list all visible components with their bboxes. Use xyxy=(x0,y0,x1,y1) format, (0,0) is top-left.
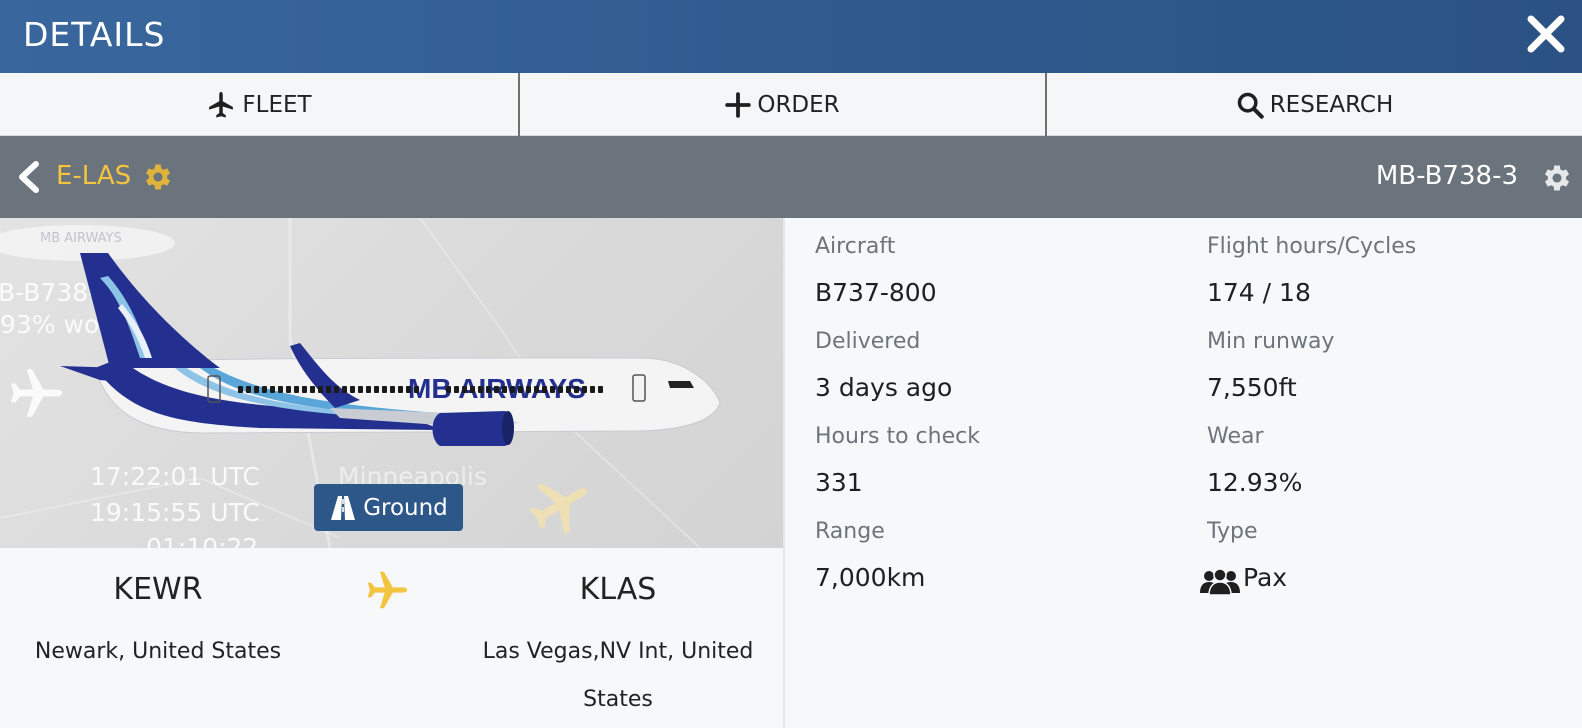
route-panel: KEWR Newark, United States KLAS Las Vega… xyxy=(0,548,784,728)
cabin-window xyxy=(518,386,523,393)
cabin-window xyxy=(238,386,243,393)
type-label: Type xyxy=(1207,519,1258,544)
destination-code[interactable]: KLAS xyxy=(518,572,718,607)
cabin-window xyxy=(526,386,531,393)
plus-icon xyxy=(725,91,752,118)
cabin-window xyxy=(542,386,547,393)
aircraft-value: B737-800 xyxy=(815,278,937,307)
cabin-window xyxy=(534,386,539,393)
destination-city: Las Vegas,NV Int, United States xyxy=(482,639,754,712)
aircraft-identifier: MB-B738-3 xyxy=(1375,161,1518,191)
delivered-value: 3 days ago xyxy=(815,373,953,402)
cabin-window xyxy=(574,386,579,393)
aircraft-subheader: E-LAS MB-B738-3 xyxy=(0,136,1582,218)
cabin-window xyxy=(550,386,555,393)
aircraft-image-panel: MB AIRWAYS B-B738-3 93% wor 17:22:01 UTC… xyxy=(0,218,784,548)
cabin-window xyxy=(398,386,403,393)
chevron-left-icon[interactable] xyxy=(14,160,42,194)
cabin-window xyxy=(366,386,371,393)
cabin-window xyxy=(478,386,483,393)
cabin-window xyxy=(502,386,507,393)
cabin-window xyxy=(310,386,315,393)
hours-to-check-value: 331 xyxy=(815,468,863,497)
users-icon xyxy=(1200,568,1240,595)
cabin-window xyxy=(598,386,603,393)
road-icon xyxy=(331,495,356,520)
cabin-window xyxy=(342,386,347,393)
tab-order-label: ORDER xyxy=(757,91,840,118)
cabin-window xyxy=(302,386,307,393)
cabin-windows xyxy=(238,386,608,394)
cabin-window xyxy=(294,386,299,393)
cabin-window xyxy=(470,386,475,393)
flight-hours-label: Flight hours/Cycles xyxy=(1207,234,1417,259)
cabin-window xyxy=(462,386,467,393)
status-badge-label: Ground xyxy=(363,494,448,521)
tab-fleet[interactable]: FLEET xyxy=(0,73,520,136)
origin-city: Newark, United States xyxy=(34,639,282,664)
range-value: 7,000km xyxy=(815,563,926,592)
cabin-window xyxy=(486,386,491,393)
cabin-window xyxy=(374,386,379,393)
cabin-window xyxy=(446,386,451,393)
range-label: Range xyxy=(815,519,885,544)
type-value: Pax xyxy=(1243,563,1288,592)
min-runway-value: 7,550ft xyxy=(1207,373,1297,402)
delivered-label: Delivered xyxy=(815,329,921,354)
aircraft-details: Aircraft B737-800 Flight hours/Cycles 17… xyxy=(785,218,1582,728)
cabin-window xyxy=(454,386,459,393)
cabin-window xyxy=(414,386,419,393)
gear-icon[interactable] xyxy=(1540,161,1574,195)
cabin-window xyxy=(582,386,587,393)
cabin-window xyxy=(494,386,499,393)
tab-fleet-label: FLEET xyxy=(242,91,312,118)
cabin-window xyxy=(326,386,331,393)
cabin-window xyxy=(358,386,363,393)
cabin-window xyxy=(334,386,339,393)
cabin-window xyxy=(318,386,323,393)
tab-research-label: RESEARCH xyxy=(1269,91,1394,118)
registration-link[interactable]: E-LAS xyxy=(56,161,131,191)
cabin-window xyxy=(246,386,251,393)
tab-bar: FLEET ORDER RESEARCH xyxy=(0,73,1582,136)
cabin-window xyxy=(350,386,355,393)
aircraft-label: Aircraft xyxy=(815,234,896,259)
wear-value: 12.93% xyxy=(1207,468,1303,497)
tab-research[interactable]: RESEARCH xyxy=(1047,73,1582,136)
cabin-window xyxy=(566,386,571,393)
cabin-window xyxy=(510,386,515,393)
airplane-route-icon xyxy=(367,571,408,609)
details-header: DETAILS xyxy=(0,0,1582,73)
cabin-window xyxy=(254,386,259,393)
min-runway-label: Min runway xyxy=(1207,329,1335,354)
cabin-window xyxy=(382,386,387,393)
cabin-window xyxy=(390,386,395,393)
cabin-window xyxy=(558,386,563,393)
cabin-window xyxy=(270,386,275,393)
tab-order[interactable]: ORDER xyxy=(520,73,1047,136)
cabin-window xyxy=(278,386,283,393)
gear-icon[interactable] xyxy=(141,160,175,194)
flight-hours-value: 174 / 18 xyxy=(1207,278,1311,307)
wear-label: Wear xyxy=(1207,424,1264,449)
details-title: DETAILS xyxy=(23,15,166,54)
cabin-window xyxy=(590,386,595,393)
status-badge: Ground xyxy=(314,484,463,531)
search-icon xyxy=(1237,92,1264,119)
close-icon[interactable] xyxy=(1522,10,1570,58)
origin-code[interactable]: KEWR xyxy=(58,572,258,607)
cabin-window xyxy=(406,386,411,393)
cabin-window xyxy=(286,386,291,393)
cabin-window xyxy=(262,386,267,393)
hours-to-check-label: Hours to check xyxy=(815,424,980,449)
plane-icon xyxy=(209,91,234,117)
